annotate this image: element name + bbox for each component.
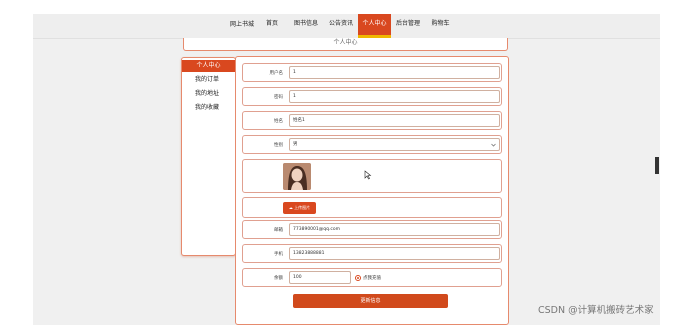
sidebar-item-orders[interactable]: 我的订单 [182,74,235,86]
name-row: 姓名 姓名1 [242,111,502,130]
balance-input[interactable]: 100 [289,271,351,284]
upload-row: ☁ 上传图片 [242,197,502,218]
password-label: 密码 [274,95,283,100]
watermark-text: CSDN @计算机搬砖艺术家 [538,305,654,316]
avatar-portrait [283,163,311,190]
mouse-cursor-icon [364,170,372,180]
email-label: 邮箱 [274,228,283,233]
gender-select[interactable]: 男 [289,138,500,151]
upload-button[interactable]: ☁ 上传图片 [283,202,316,214]
username-row: 用户名 1 [242,63,502,82]
avatar-row [242,159,502,193]
gender-value: 男 [293,142,298,147]
chevron-down-icon [491,143,496,147]
email-row: 邮箱 773890001@qq.com [242,220,502,239]
phone-label: 手机 [274,252,283,257]
username-input[interactable]: 1 [289,66,500,79]
sidebar-item-profile[interactable]: 个人中心 [182,60,235,72]
gender-label: 性别 [274,143,283,148]
email-input[interactable]: 773890001@qq.com [289,223,500,236]
avatar-image [283,163,311,190]
phone-input[interactable]: 13823888881 [289,247,500,260]
username-label: 用户名 [269,71,284,76]
top-navigation: 网上书城 首页 图书信息 公告资讯 个人中心 后台管理 购物车 [33,14,660,39]
sidebar-item-address[interactable]: 我的地址 [182,88,235,100]
nav-books[interactable]: 图书信息 [291,14,321,39]
upload-label: 上传图片 [294,205,311,210]
page-title: 个人中心 [333,39,358,46]
sidebar-item-favorites[interactable]: 我的收藏 [182,102,235,114]
scrollbar-thumb[interactable] [655,157,659,174]
upload-icon: ☁ [288,205,293,210]
password-row: 密码 1 [242,87,502,106]
password-input[interactable]: 1 [289,90,500,103]
nav-home[interactable]: 首页 [261,14,283,39]
update-info-button[interactable]: 更新信息 [293,294,448,308]
name-label: 姓名 [274,119,283,124]
profile-form: 用户名 1 密码 1 姓名 姓名1 性别 男 ☁ 上传图片 邮箱 7738900… [235,56,509,325]
page-title-bar: 个人中心 [183,38,508,51]
balance-row: 余额 100 点我充值 [242,268,502,287]
browser-viewport: 网上书城 首页 图书信息 公告资讯 个人中心 后台管理 购物车 个人中心 个人中… [33,14,660,325]
sidebar-menu: 个人中心 我的订单 我的地址 我的收藏 [181,57,236,256]
nav-profile[interactable]: 个人中心 [358,14,391,39]
gender-row: 性别 男 [242,135,502,154]
nav-news[interactable]: 公告资讯 [326,14,356,39]
nav-admin[interactable]: 后台管理 [393,14,423,39]
name-input[interactable]: 姓名1 [289,114,500,127]
recharge-link[interactable]: 点我充值 [363,275,381,281]
recharge-radio[interactable] [355,275,361,281]
nav-cart[interactable]: 购物车 [428,14,453,39]
balance-label: 余额 [274,276,283,281]
site-brand[interactable]: 网上书城 [226,14,258,39]
phone-row: 手机 13823888881 [242,244,502,263]
